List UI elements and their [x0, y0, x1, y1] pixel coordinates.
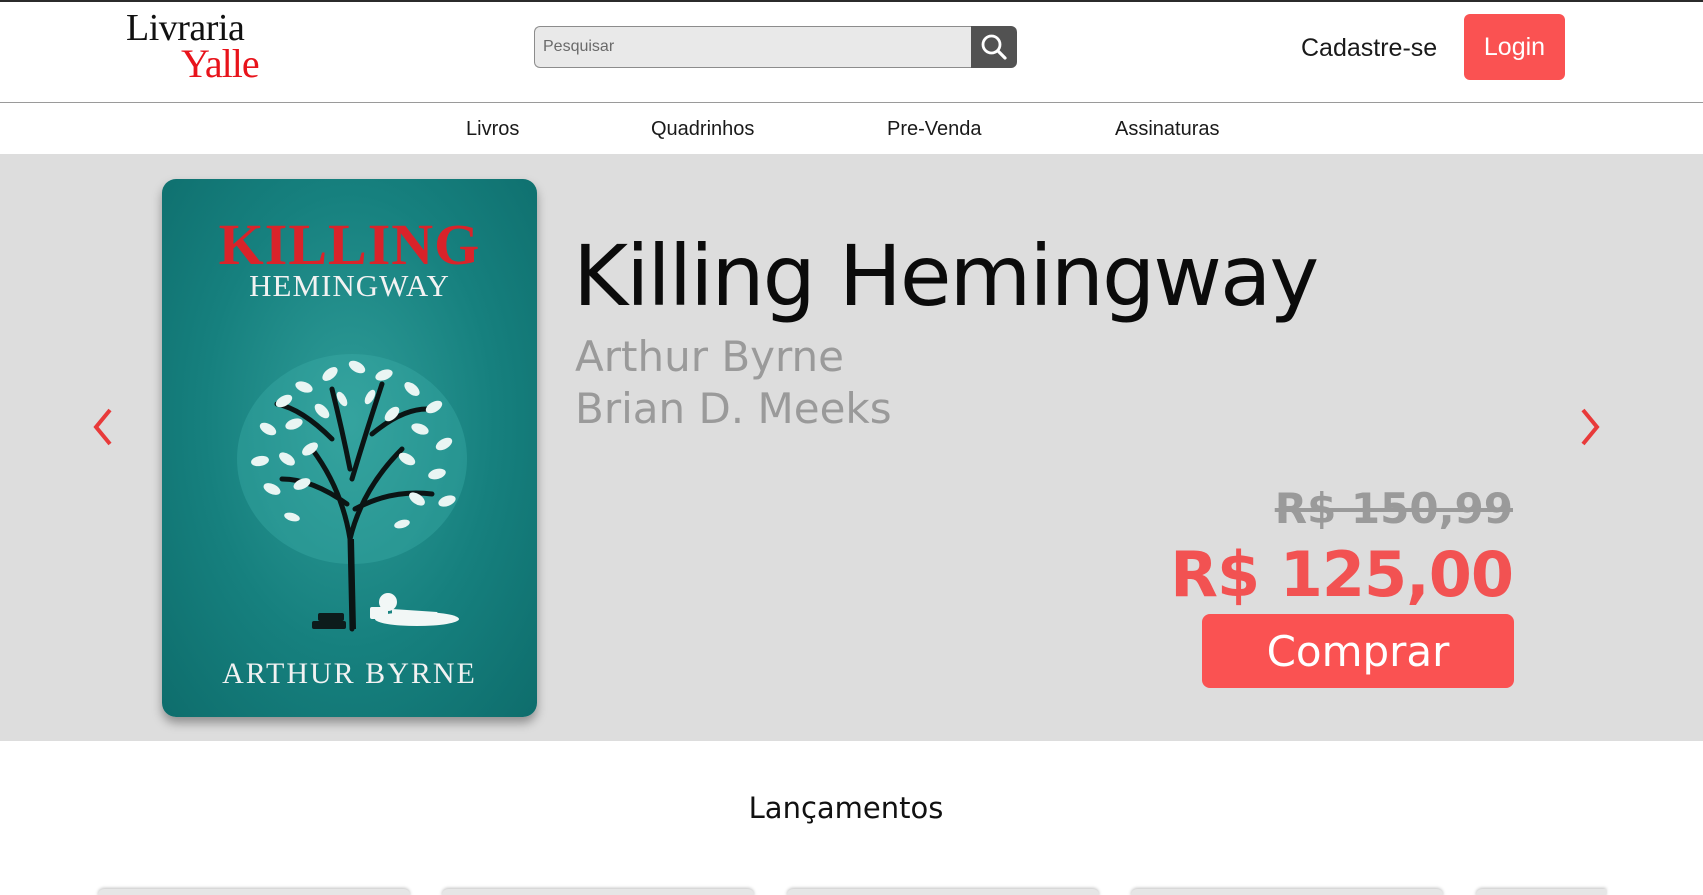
book-author-1[interactable]: Arthur Byrne — [575, 332, 844, 382]
category-nav: Livros Quadrinhos Pre-Venda Assinaturas — [0, 104, 1703, 154]
site-header: Livraria Yalle Cadastre-se Login — [0, 2, 1703, 103]
releases-card-row — [98, 889, 1606, 895]
chevron-left-icon — [93, 408, 112, 446]
old-price: R$ 150,99 — [1274, 484, 1513, 533]
tree-illustration — [237, 354, 467, 632]
signup-link[interactable]: Cadastre-se — [1301, 32, 1437, 64]
current-price: R$ 125,00 — [1170, 538, 1514, 611]
logo[interactable]: Livraria Yalle — [126, 8, 286, 88]
search-icon — [981, 34, 1007, 60]
release-card[interactable] — [442, 889, 754, 895]
search-button[interactable] — [971, 26, 1017, 68]
login-button[interactable]: Login — [1464, 14, 1565, 80]
release-card[interactable] — [1476, 889, 1606, 895]
cover-title-line2: HEMINGWAY — [249, 268, 450, 303]
carousel-next-button[interactable] — [1570, 402, 1610, 452]
book-cover[interactable]: KILLING HEMINGWAY ARTHUR BYRNE — [162, 179, 537, 717]
release-card[interactable] — [1131, 889, 1443, 895]
search-bar — [534, 26, 1017, 68]
carousel-prev-button[interactable] — [83, 402, 123, 452]
nav-item-pre-venda[interactable]: Pre-Venda — [887, 116, 982, 142]
cover-title-line1: KILLING — [218, 212, 481, 277]
book-author-2[interactable]: Brian D. Meeks — [575, 384, 892, 434]
search-input[interactable] — [534, 26, 971, 68]
nav-item-quadrinhos[interactable]: Quadrinhos — [651, 116, 754, 142]
section-title-releases: Lançamentos — [748, 791, 944, 825]
nav-item-livros[interactable]: Livros — [466, 116, 519, 142]
chevron-right-icon — [1581, 408, 1600, 446]
cover-author: ARTHUR BYRNE — [222, 657, 477, 690]
buy-button[interactable]: Comprar — [1202, 614, 1514, 688]
release-card[interactable] — [98, 889, 410, 895]
release-card[interactable] — [787, 889, 1099, 895]
logo-text-line2: Yalle — [181, 41, 260, 86]
featured-carousel: KILLING HEMINGWAY ARTHUR BYRNE Killing H… — [0, 154, 1703, 741]
nav-item-assinaturas[interactable]: Assinaturas — [1115, 116, 1220, 142]
book-title[interactable]: Killing Hemingway — [573, 226, 1319, 326]
